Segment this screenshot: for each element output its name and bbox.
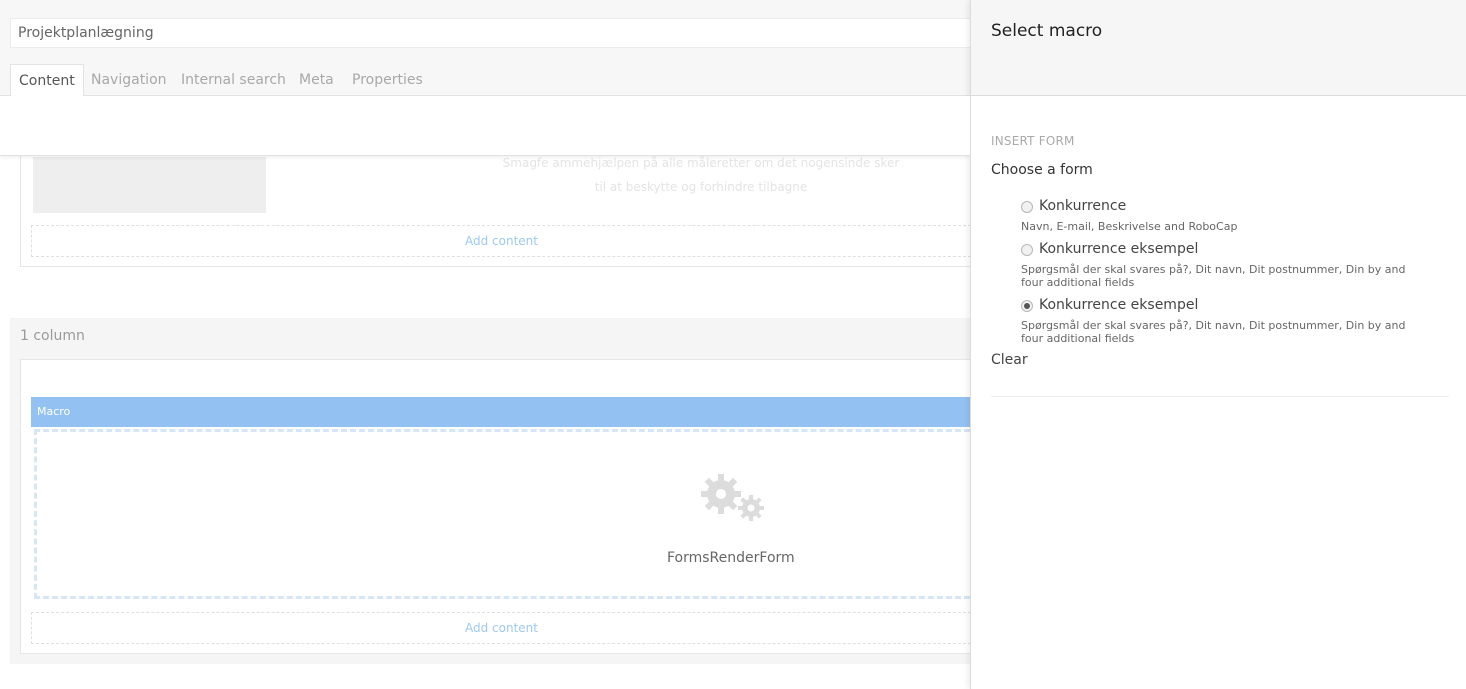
tab-meta[interactable]: Meta [291, 64, 342, 96]
macro-preview: FormsRenderForm [34, 429, 970, 599]
form-option-description: Spørgsmål der skal svares på?, Dit navn,… [1021, 263, 1406, 289]
dialog-title: Select macro [991, 21, 1103, 41]
macro-block[interactable]: Macro FormsRenderForm [31, 397, 970, 601]
grid-row: Smagfe ammehjælpen på alle måleretter om… [20, 146, 970, 267]
form-option-name: Konkurrence eksempel [1039, 297, 1199, 313]
form-option-description: Spørgsmål der skal svares på?, Dit navn,… [1021, 319, 1406, 345]
add-content-button[interactable]: Add content [31, 612, 970, 644]
form-option-name: Konkurrence [1039, 198, 1127, 214]
form-option-name: Konkurrence eksempel [1039, 241, 1199, 257]
clear-button[interactable]: Clear [991, 352, 1028, 368]
section-heading: INSERT FORM [991, 134, 1075, 148]
node-name-text: Projektplanlægning [18, 25, 154, 41]
field-label: Choose a form [991, 162, 1093, 178]
select-macro-dialog: Select macro INSERT FORM Choose a form K… [970, 0, 1466, 689]
tab-bar: Content Navigation Internal search Meta … [0, 64, 970, 97]
radio-button-selected[interactable] [1021, 300, 1033, 312]
tab-navigation[interactable]: Navigation [83, 64, 175, 96]
radio-button[interactable] [1021, 201, 1033, 213]
tab-internal-search[interactable]: Internal search [173, 64, 294, 96]
gears-icon [701, 474, 764, 521]
grid-canvas: Smagfe ammehjælpen på alle måleretter om… [0, 96, 970, 689]
node-name-field[interactable]: Projektplanlægning [10, 18, 970, 48]
divider [991, 396, 1449, 397]
editor-toolbar [0, 96, 970, 156]
content-editor: Projektplanlægning Content Navigation In… [0, 0, 970, 689]
section-label: 1 column [20, 328, 85, 344]
dialog-header: Select macro [971, 0, 1466, 96]
add-content-button[interactable]: Add content [31, 225, 970, 257]
macro-name: FormsRenderForm [667, 550, 795, 566]
image-placeholder[interactable] [33, 157, 266, 213]
tab-content[interactable]: Content [10, 64, 84, 97]
macro-header: Macro [31, 397, 970, 427]
form-option-description: Navn, E-mail, Beskrivelse and RoboCap [1021, 220, 1238, 233]
faded-text-line: til at beskytte og forhindre tilbagne [594, 180, 808, 194]
tab-properties[interactable]: Properties [344, 64, 431, 96]
radio-button[interactable] [1021, 244, 1033, 256]
